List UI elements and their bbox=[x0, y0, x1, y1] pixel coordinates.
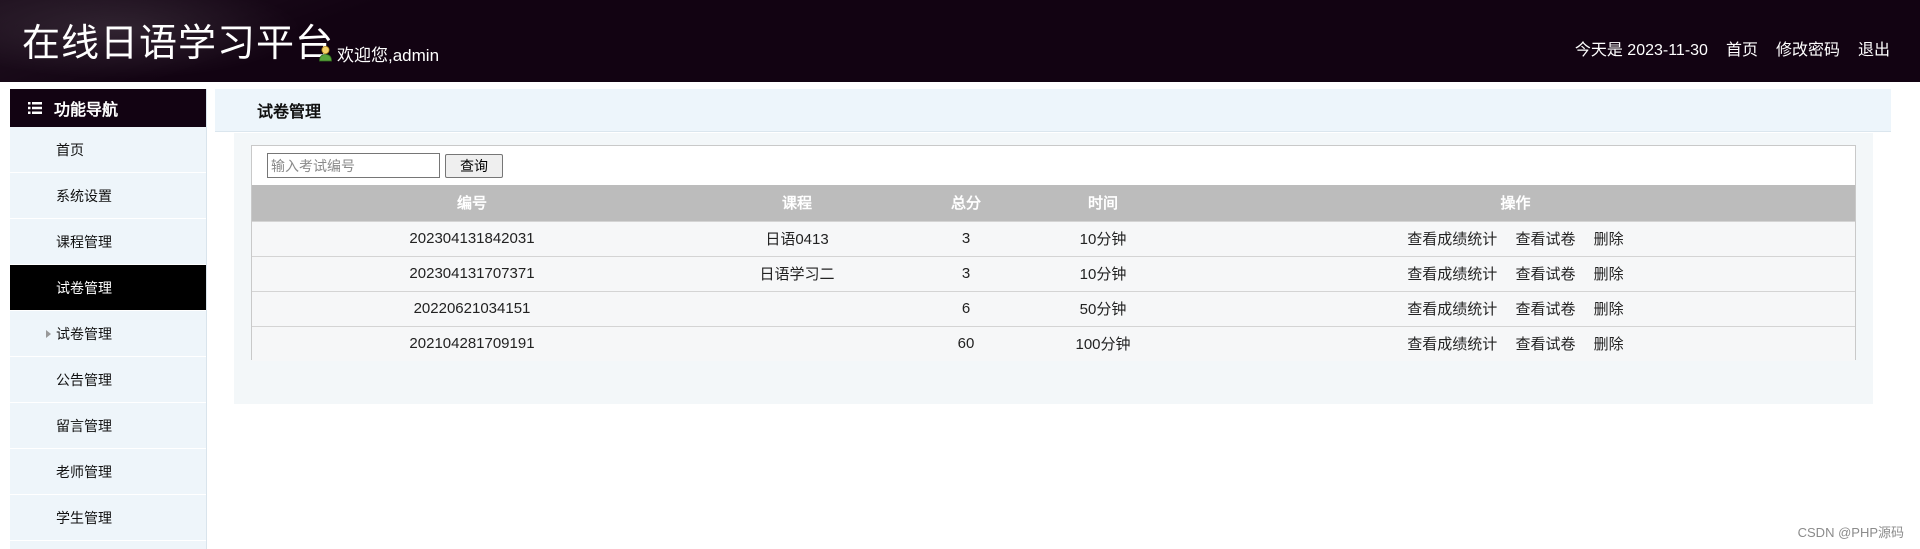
table-row: 202304131707371 日语学习二 3 10分钟 查看成绩统计 查看试卷… bbox=[252, 256, 1855, 291]
sidebar-item-label: 老师管理 bbox=[56, 463, 112, 480]
sidebar-item-teacher-management[interactable]: 老师管理 bbox=[10, 449, 206, 495]
header-links: 今天是 2023-11-30 首页 修改密码 退出 bbox=[1575, 36, 1890, 60]
page-title: 试卷管理 bbox=[215, 89, 1891, 132]
home-link[interactable]: 首页 bbox=[1726, 36, 1758, 60]
cell-id: 202304131707371 bbox=[409, 265, 535, 282]
cell-actions: 查看成绩统计 查看试卷 删除 bbox=[1176, 256, 1855, 291]
search-toolbar: 查询 bbox=[252, 146, 1855, 185]
welcome-message: 欢迎您,admin bbox=[318, 41, 439, 66]
view-exam-link[interactable]: 查看试卷 bbox=[1515, 336, 1575, 353]
logout-link[interactable]: 退出 bbox=[1858, 36, 1890, 60]
sidebar-item-message-management[interactable]: 留言管理 bbox=[10, 403, 206, 449]
view-exam-link[interactable]: 查看试卷 bbox=[1515, 231, 1575, 248]
search-input[interactable] bbox=[267, 153, 440, 178]
main-content: 查询 编号 课程 总分 时间 操作 202304131842031 日语0413… bbox=[234, 133, 1873, 404]
view-exam-link[interactable]: 查看试卷 bbox=[1515, 301, 1575, 318]
delete-link[interactable]: 删除 bbox=[1594, 266, 1624, 283]
cell-actions: 查看成绩统计 查看试卷 删除 bbox=[1176, 291, 1855, 326]
cell-time: 10分钟 bbox=[1079, 231, 1127, 248]
cell-time: 100分钟 bbox=[1075, 336, 1131, 354]
column-header-course: 课程 bbox=[781, 195, 812, 213]
column-header-actions: 操作 bbox=[1500, 195, 1531, 213]
watermark: CSDN @PHP源码 bbox=[1797, 525, 1904, 540]
view-stats-link[interactable]: 查看成绩统计 bbox=[1407, 266, 1497, 283]
cell-course bbox=[692, 326, 902, 361]
cell-id: 202304131842031 bbox=[409, 230, 535, 247]
cell-course bbox=[692, 291, 902, 326]
view-stats-link[interactable]: 查看成绩统计 bbox=[1407, 336, 1497, 353]
sidebar-subitem-exam-management[interactable]: 试卷管理 bbox=[10, 311, 206, 357]
sidebar-item-label: 留言管理 bbox=[56, 417, 112, 434]
cell-time: 50分钟 bbox=[1079, 301, 1127, 318]
sidebar-item-label: 学生管理 bbox=[56, 509, 112, 526]
sidebar-item-system-settings[interactable]: 系统设置 bbox=[10, 173, 206, 219]
cell-actions: 查看成绩统计 查看试卷 删除 bbox=[1176, 221, 1855, 256]
cell-actions: 查看成绩统计 查看试卷 删除 bbox=[1176, 326, 1855, 361]
sidebar: 功能导航 首页 系统设置 课程管理 试卷管理 试卷管理 公告管理 留言管理 老师… bbox=[10, 89, 207, 549]
delete-link[interactable]: 删除 bbox=[1594, 231, 1624, 248]
cell-total: 3 bbox=[961, 230, 971, 247]
sidebar-item-home[interactable]: 首页 bbox=[10, 127, 206, 173]
cell-course: 日语学习二 bbox=[759, 266, 835, 283]
query-button[interactable]: 查询 bbox=[445, 153, 503, 178]
view-exam-link[interactable]: 查看试卷 bbox=[1515, 266, 1575, 283]
sidebar-title: 功能导航 bbox=[54, 102, 119, 119]
sidebar-item-announcement-management[interactable]: 公告管理 bbox=[10, 357, 206, 403]
sidebar-item-label: 试卷管理 bbox=[56, 279, 112, 296]
cell-total: 60 bbox=[957, 335, 975, 353]
sidebar-header: 功能导航 bbox=[10, 89, 206, 127]
delete-link[interactable]: 删除 bbox=[1594, 336, 1624, 353]
view-stats-link[interactable]: 查看成绩统计 bbox=[1407, 231, 1497, 248]
sidebar-item-label: 课程管理 bbox=[56, 233, 112, 250]
sidebar-item-student-management[interactable]: 学生管理 bbox=[10, 495, 206, 541]
sidebar-item-label: 系统设置 bbox=[56, 187, 112, 204]
cell-course: 日语0413 bbox=[765, 231, 829, 248]
top-header: 在线日语学习平台 欢迎您,admin 今天是 2023-11-30 首页 修改密… bbox=[0, 0, 1920, 82]
cell-total: 3 bbox=[961, 265, 971, 282]
date-text: 今天是 2023-11-30 bbox=[1574, 42, 1708, 59]
sidebar-item-label: 公告管理 bbox=[56, 371, 112, 388]
cell-total: 6 bbox=[961, 300, 971, 317]
welcome-text: 欢迎您,admin bbox=[337, 46, 440, 65]
cell-time: 10分钟 bbox=[1079, 266, 1127, 283]
sidebar-item-exam-management[interactable]: 试卷管理 bbox=[10, 265, 206, 311]
cell-id: 202104281709191 bbox=[409, 335, 535, 353]
triangle-right-icon bbox=[46, 329, 51, 338]
sidebar-item-label: 试卷管理 bbox=[56, 325, 112, 342]
user-icon bbox=[319, 46, 332, 62]
view-stats-link[interactable]: 查看成绩统计 bbox=[1407, 301, 1497, 318]
site-title: 在线日语学习平台 bbox=[22, 21, 335, 65]
column-header-id: 编号 bbox=[456, 195, 487, 213]
change-password-link[interactable]: 修改密码 bbox=[1776, 36, 1840, 60]
sidebar-item-label: 首页 bbox=[56, 141, 84, 158]
sidebar-item-course-management[interactable]: 课程管理 bbox=[10, 219, 206, 265]
table-row: 202104281709191 60 100分钟 查看成绩统计 查看试卷 删除 bbox=[252, 326, 1855, 361]
table-header-row: 编号 课程 总分 时间 操作 bbox=[252, 185, 1855, 221]
table-row: 202304131842031 日语0413 3 10分钟 查看成绩统计 查看试… bbox=[252, 221, 1855, 256]
table-row: 20220621034151 6 50分钟 查看成绩统计 查看试卷 删除 bbox=[252, 291, 1855, 326]
list-icon bbox=[28, 102, 42, 114]
exam-panel: 查询 编号 课程 总分 时间 操作 202304131842031 日语0413… bbox=[251, 145, 1856, 361]
column-header-time: 时间 bbox=[1087, 195, 1118, 213]
delete-link[interactable]: 删除 bbox=[1594, 301, 1624, 318]
exam-table: 编号 课程 总分 时间 操作 202304131842031 日语0413 3 … bbox=[252, 185, 1855, 361]
column-header-total: 总分 bbox=[950, 195, 981, 213]
cell-id: 20220621034151 bbox=[413, 300, 531, 317]
